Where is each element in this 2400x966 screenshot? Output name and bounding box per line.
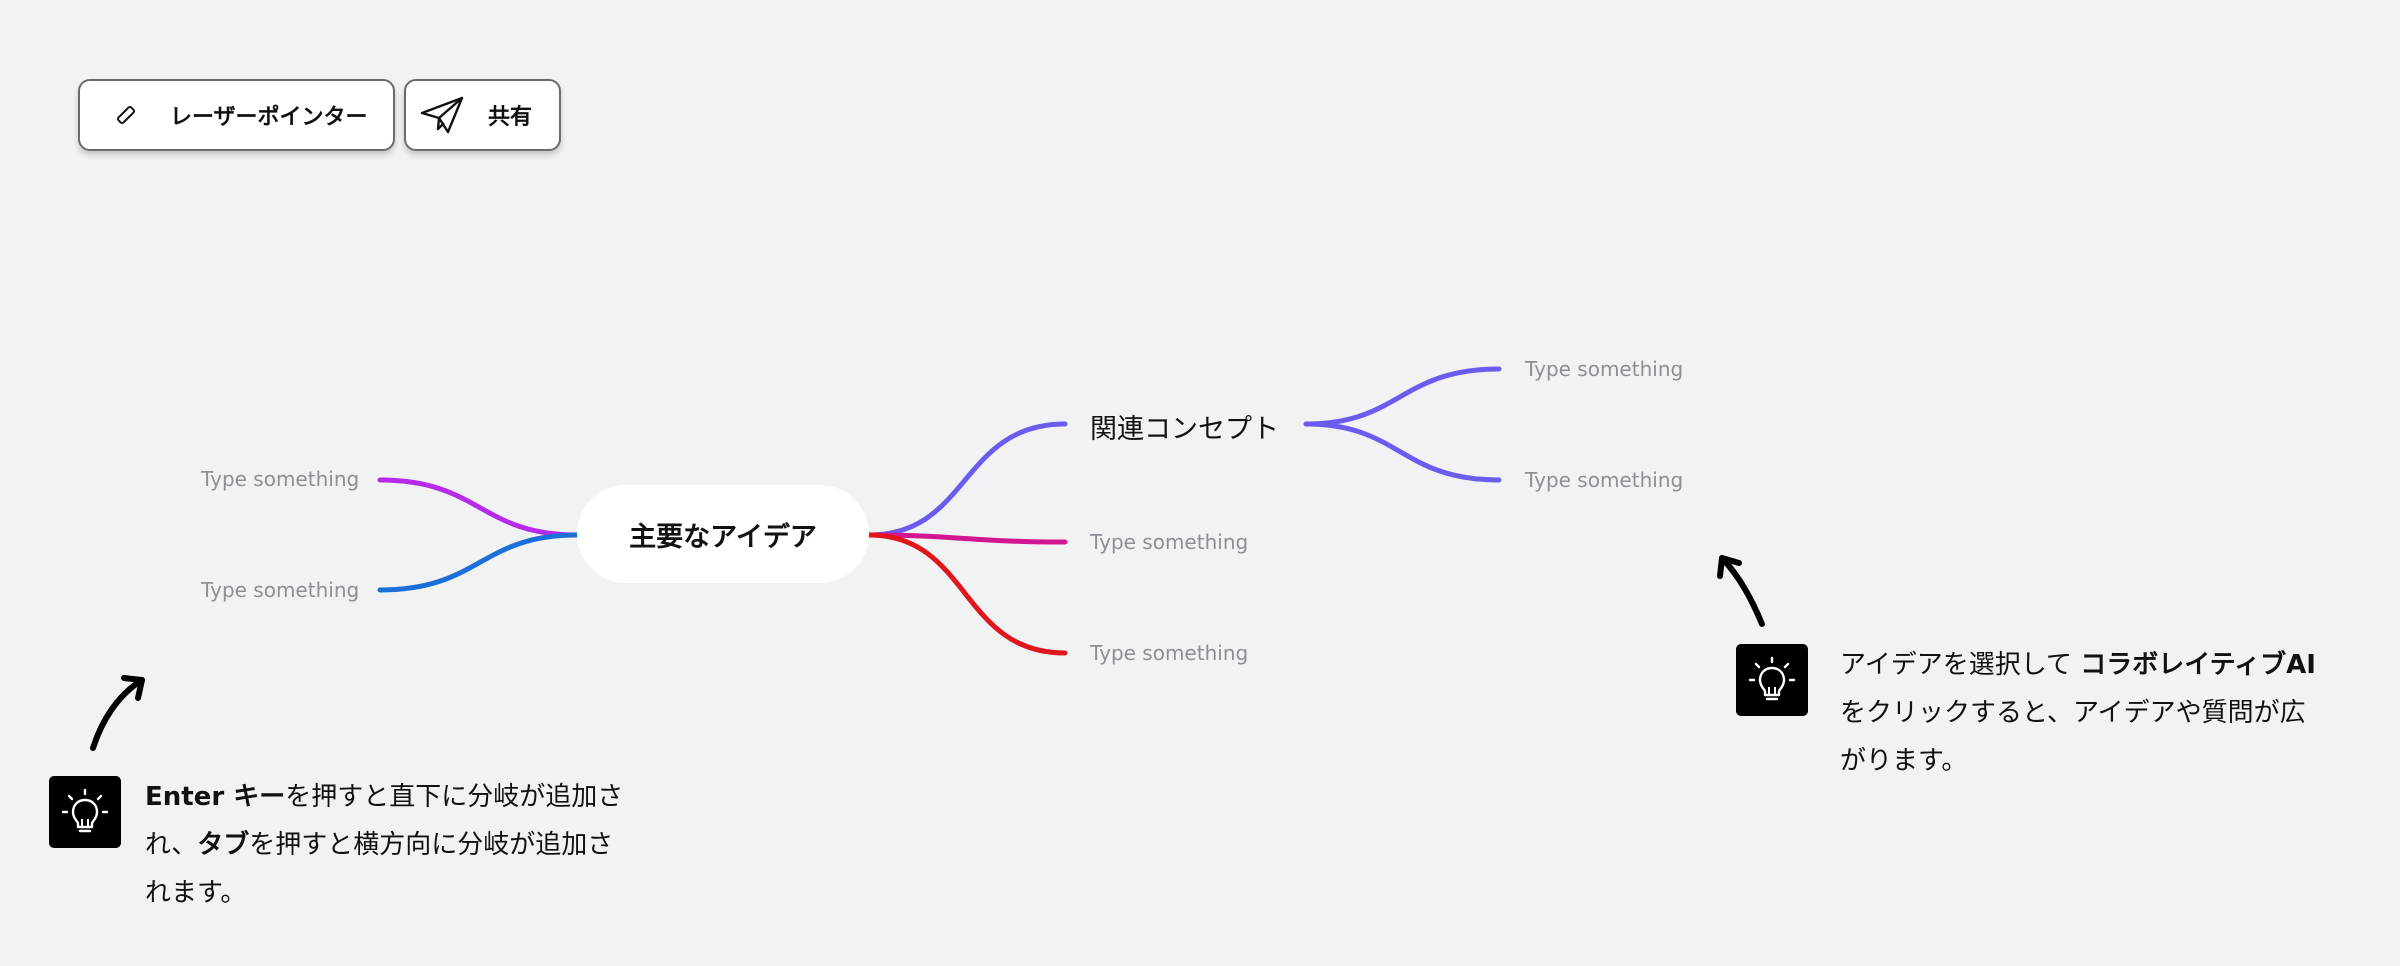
branch-node-middle[interactable]: Type something (1090, 530, 1248, 554)
arrow-right-tip (1719, 555, 1765, 627)
branch-node-lower-right[interactable]: Type something (1090, 641, 1248, 665)
tip-text-left: Enter キーを押すと直下に分岐が追加さ れ、タブを押すと横方向に分岐が追加され… (145, 782, 624, 908)
branch-concept-upper (1303, 366, 1502, 427)
branch-lower-right (866, 532, 1068, 656)
branch-concept (866, 421, 1068, 538)
arrow-left-tip (90, 677, 145, 751)
branch-node-concept-lower[interactable]: Type something (1525, 468, 1683, 492)
related-concept-node[interactable]: 関連コンセプト (1090, 407, 1279, 446)
branch-left-upper (377, 477, 580, 538)
lightbulb-icon (1736, 644, 1808, 716)
branch-left-lower (377, 532, 580, 593)
central-idea-node[interactable]: 主要なアイデア (577, 485, 869, 583)
branch-node-left-upper[interactable]: Type something (201, 467, 359, 491)
branch-concept-lower (1303, 421, 1502, 483)
tip-text-right: アイデアを選択して コラボレイティブAI をクリックすると、アイデアや質問が広 がり… (1840, 650, 2316, 776)
branch-node-concept-upper[interactable]: Type something (1525, 357, 1683, 381)
branch-node-left-lower[interactable]: Type something (201, 578, 359, 602)
lightbulb-icon (49, 776, 121, 848)
